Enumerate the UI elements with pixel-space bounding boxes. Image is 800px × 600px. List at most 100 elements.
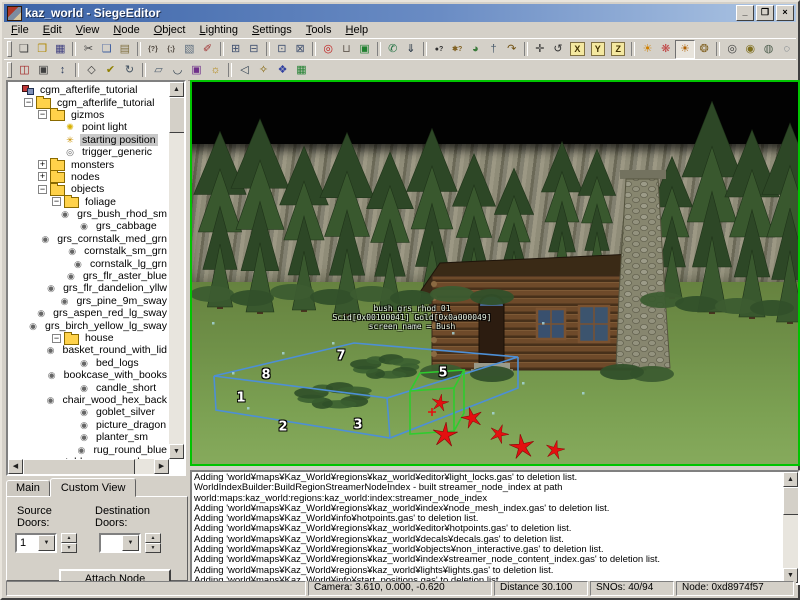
tree-item[interactable]: ◉grs_bush_rhod_sm: [10, 208, 169, 220]
tree-item-label[interactable]: foliage: [83, 196, 118, 208]
tree-item-label[interactable]: goblet_silver: [94, 406, 157, 418]
tree-item-label[interactable]: point light: [80, 121, 129, 133]
gas-braces-query-icon[interactable]: {?}: [144, 41, 162, 58]
spin-up-icon[interactable]: ▲: [145, 533, 161, 543]
spin-up-icon[interactable]: ▲: [61, 533, 77, 543]
tree-item-label[interactable]: starting position: [80, 134, 158, 146]
tree-item[interactable]: ◉cornstalk_lg_grn: [10, 257, 169, 269]
lock-x-icon[interactable]: X: [570, 42, 584, 56]
scroll-up-icon[interactable]: ▲: [783, 472, 798, 487]
menu-object[interactable]: Object: [147, 23, 193, 37]
grab-hook-icon[interactable]: ✆: [384, 41, 402, 58]
tree-item-label[interactable]: bookcase_with_books: [62, 369, 169, 381]
scroll-thumb[interactable]: [783, 487, 800, 515]
tree-item[interactable]: ◉grs_pine_9m_sway: [10, 295, 169, 307]
collapse-icon[interactable]: −: [52, 197, 61, 206]
tree-item[interactable]: −cgm_afterlife_tutorial: [10, 96, 169, 108]
drop-node-arrow-icon[interactable]: ⇓: [402, 41, 420, 58]
tree-item[interactable]: ◉grs_flr_aster_blue: [10, 270, 169, 282]
tree-item[interactable]: − foliage: [10, 196, 169, 208]
tree-item[interactable]: ◉candle_short: [10, 381, 169, 393]
viewport-3d[interactable]: bush_grs_rhod_01 Scid[0x00100041] Gold[0…: [190, 80, 800, 466]
lasso-icon[interactable]: ↷: [503, 41, 521, 58]
restore-button[interactable]: ❐: [756, 5, 774, 21]
tree-item-label[interactable]: planter_sm: [94, 431, 150, 443]
ring-c-icon[interactable]: ◍: [759, 41, 777, 58]
tree-item[interactable]: ◉picture_dragon: [10, 419, 169, 431]
cut-icon[interactable]: ✂: [79, 41, 97, 58]
chevron-down-icon[interactable]: ▼: [38, 535, 55, 551]
tree-vertical-scrollbar[interactable]: ▲ ▼: [169, 82, 184, 459]
wedge-cursor-icon[interactable]: ◁: [235, 62, 254, 79]
tree-item[interactable]: −gizmos: [10, 109, 169, 121]
tree-item-label[interactable]: house: [83, 332, 116, 344]
tree-item[interactable]: ◉rug_round_blue: [10, 443, 169, 455]
tree-item[interactable]: ◉grs_aspen_red_lg_sway: [10, 307, 169, 319]
tree-item-label[interactable]: trigger_generic: [80, 146, 154, 158]
tree-item-label[interactable]: monsters: [69, 159, 116, 171]
menu-edit[interactable]: Edit: [36, 23, 69, 37]
gas-braces-icon[interactable]: {;}: [162, 41, 180, 58]
container-icon[interactable]: ⊔: [337, 41, 355, 58]
tree-item[interactable]: cgm_afterlife_tutorial: [10, 84, 169, 96]
lamp-select-icon[interactable]: ☀: [675, 40, 695, 59]
sno-target-icon[interactable]: ◎: [319, 41, 337, 58]
source-doors-spinner[interactable]: ▲ ▼: [61, 533, 77, 553]
ring-b-icon[interactable]: ◉: [741, 41, 759, 58]
tree-item[interactable]: +nodes: [10, 171, 169, 183]
tree-item[interactable]: − house: [10, 332, 169, 344]
collapse-icon[interactable]: −: [38, 185, 47, 194]
menu-lighting[interactable]: Lighting: [193, 23, 246, 37]
paintbrush-icon[interactable]: ✐: [198, 41, 216, 58]
red-star-marker[interactable]: [508, 432, 536, 459]
menu-help[interactable]: Help: [339, 23, 376, 37]
sun-select-icon[interactable]: ❋: [657, 41, 675, 58]
tree-item-label[interactable]: candle_short: [94, 382, 158, 394]
tree-item-label[interactable]: grs_flr_dandelion_yllw: [61, 282, 169, 294]
close-button[interactable]: ×: [776, 5, 794, 21]
menu-tools[interactable]: Tools: [299, 23, 339, 37]
arc-icon[interactable]: ◡: [168, 62, 187, 79]
ring-a-icon[interactable]: ◎: [723, 41, 741, 58]
tab-custom-view[interactable]: Custom View: [50, 478, 137, 497]
marquee-select-icon[interactable]: ▧: [180, 41, 198, 58]
menu-settings[interactable]: Settings: [245, 23, 299, 37]
collapse-icon[interactable]: −: [24, 98, 33, 107]
tree-item[interactable]: ◉cornstalk_sm_grn: [10, 245, 169, 257]
tree-item-label[interactable]: cornstalk_lg_grn: [88, 258, 169, 270]
save-icon[interactable]: ▦: [51, 41, 69, 58]
tree-item-label[interactable]: objects: [69, 183, 106, 195]
sun-icon[interactable]: ☀: [638, 41, 656, 58]
move-axes-icon[interactable]: ✛: [531, 41, 549, 58]
capture-icon[interactable]: ◫: [15, 62, 34, 79]
cubes-icon[interactable]: ▣: [187, 62, 206, 79]
tree-item[interactable]: +monsters: [10, 158, 169, 170]
tree-item-label[interactable]: chair_wood_hex_back: [61, 394, 170, 406]
node-tree-panel[interactable]: cgm_afterlife_tutorial−cgm_afterlife_tut…: [6, 80, 186, 476]
tree-item[interactable]: ◎trigger_generic: [10, 146, 169, 158]
tree-item[interactable]: ◉grs_flr_dandelion_yllw: [10, 282, 169, 294]
scroll-up-icon[interactable]: ▲: [169, 82, 184, 97]
rotate-icon[interactable]: ↺: [549, 41, 567, 58]
tree-item[interactable]: ◉bed_logs: [10, 357, 169, 369]
menu-file[interactable]: File: [4, 23, 36, 37]
lock-z-icon[interactable]: Z: [611, 42, 625, 56]
source-doors-combo[interactable]: 1 ▼: [15, 533, 57, 553]
tree-item[interactable]: ◉grs_cabbage: [10, 220, 169, 232]
sheet-icon[interactable]: ▱: [149, 62, 168, 79]
tree-item[interactable]: ◉planter_sm: [10, 431, 169, 443]
tree-horizontal-scrollbar[interactable]: ◀ ▶: [8, 459, 169, 474]
lock-y-icon[interactable]: Y: [591, 42, 605, 56]
tree-item-label[interactable]: grs_flr_aster_blue: [81, 270, 169, 282]
tree-item[interactable]: ◉grs_cornstalk_med_grn: [10, 233, 169, 245]
scroll-thumb[interactable]: [23, 459, 135, 476]
menu-view[interactable]: View: [69, 23, 107, 37]
color-cubes-icon[interactable]: ❖: [273, 62, 292, 79]
scroll-left-icon[interactable]: ◀: [8, 459, 23, 474]
collapse-icon[interactable]: −: [52, 334, 61, 343]
spin-down-icon[interactable]: ▼: [61, 543, 77, 553]
paint-check-icon[interactable]: ✔: [101, 62, 120, 79]
tree-item-label[interactable]: grs_cornstalk_med_grn: [55, 233, 169, 245]
scroll-right-icon[interactable]: ▶: [154, 459, 169, 474]
destination-doors-spinner[interactable]: ▲ ▼: [145, 533, 161, 553]
